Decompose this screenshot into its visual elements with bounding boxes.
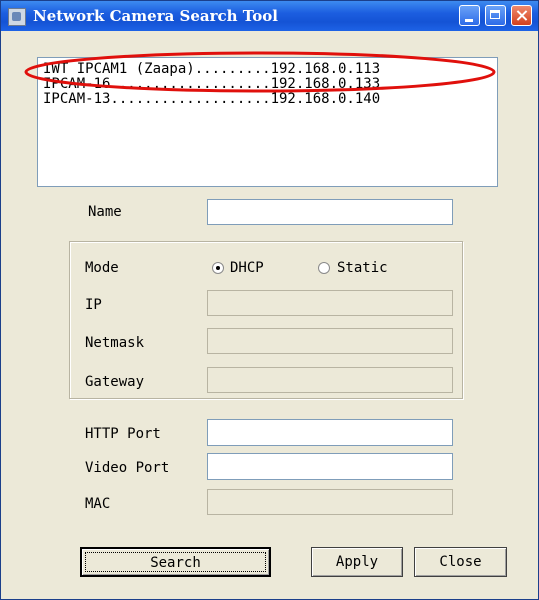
focus-rect [85, 552, 266, 572]
minimize-icon[interactable] [459, 5, 480, 26]
close-button-label: Close [439, 554, 482, 570]
ip-field [207, 290, 453, 316]
http-port-input[interactable] [207, 419, 453, 446]
app-window: Network Camera Search Tool IWT IPCAM1 (Z… [0, 0, 539, 600]
netmask-label: Netmask [85, 335, 145, 351]
search-button[interactable]: Search [80, 547, 271, 577]
window-title: Network Camera Search Tool [33, 7, 278, 25]
ip-label: IP [85, 297, 102, 313]
name-input[interactable] [207, 199, 453, 225]
static-label[interactable]: Static [337, 260, 388, 276]
gateway-field [207, 367, 453, 393]
mode-label: Mode [85, 260, 119, 276]
highlight-ellipse [24, 51, 496, 93]
gateway-label: Gateway [85, 374, 145, 390]
title-bar[interactable]: Network Camera Search Tool [1, 1, 538, 31]
mac-field [207, 489, 453, 515]
mac-label: MAC [85, 496, 111, 512]
close-icon[interactable] [511, 5, 532, 26]
video-port-label: Video Port [85, 460, 170, 476]
dhcp-label[interactable]: DHCP [230, 260, 264, 276]
maximize-icon[interactable] [485, 5, 506, 26]
static-radio[interactable] [318, 262, 330, 274]
apply-button-label: Apply [335, 554, 379, 570]
name-label: Name [88, 204, 122, 220]
video-port-input[interactable] [207, 453, 453, 480]
netmask-field [207, 328, 453, 354]
dhcp-radio[interactable] [212, 262, 224, 274]
apply-button[interactable]: Apply [311, 547, 403, 577]
http-port-label: HTTP Port [85, 426, 161, 442]
app-icon [8, 8, 26, 26]
close-button[interactable]: Close [414, 547, 507, 577]
